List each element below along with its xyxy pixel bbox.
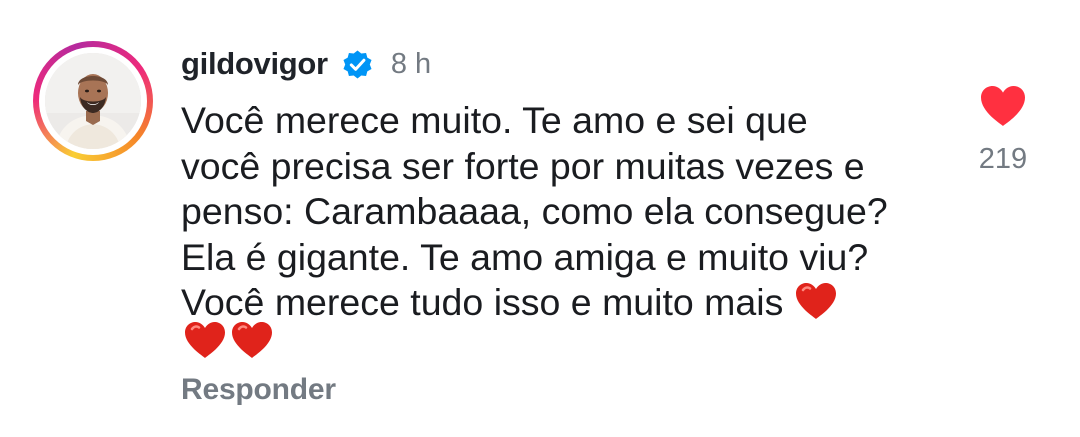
- heart-icon[interactable]: [979, 84, 1027, 128]
- comment-body: Você merece muito. Te amo e sei que você…: [181, 98, 981, 326]
- comment-item: gildovigor 8 h Você merece muito. Te amo…: [0, 0, 1080, 437]
- comment-text: Você merece muito. Te amo e sei que você…: [181, 99, 888, 323]
- like-count: 219: [978, 143, 1028, 175]
- like-section: 219: [972, 84, 1034, 176]
- avatar[interactable]: [45, 53, 141, 149]
- avatar-ring-gap: [39, 47, 147, 155]
- avatar-story-ring[interactable]: [33, 41, 153, 161]
- comment-emoji-row: [183, 320, 274, 360]
- red-heart-emoji-icon: [230, 320, 274, 360]
- reply-button[interactable]: Responder: [181, 373, 336, 407]
- red-heart-emoji-icon: [183, 320, 227, 360]
- comment-timestamp: 8 h: [390, 47, 432, 80]
- red-heart-emoji-icon: [794, 281, 838, 321]
- verified-badge-icon: [341, 48, 374, 81]
- username-link[interactable]: gildovigor: [181, 46, 328, 82]
- comment-header: gildovigor 8 h: [181, 44, 431, 84]
- avatar-photo-icon: [45, 53, 141, 149]
